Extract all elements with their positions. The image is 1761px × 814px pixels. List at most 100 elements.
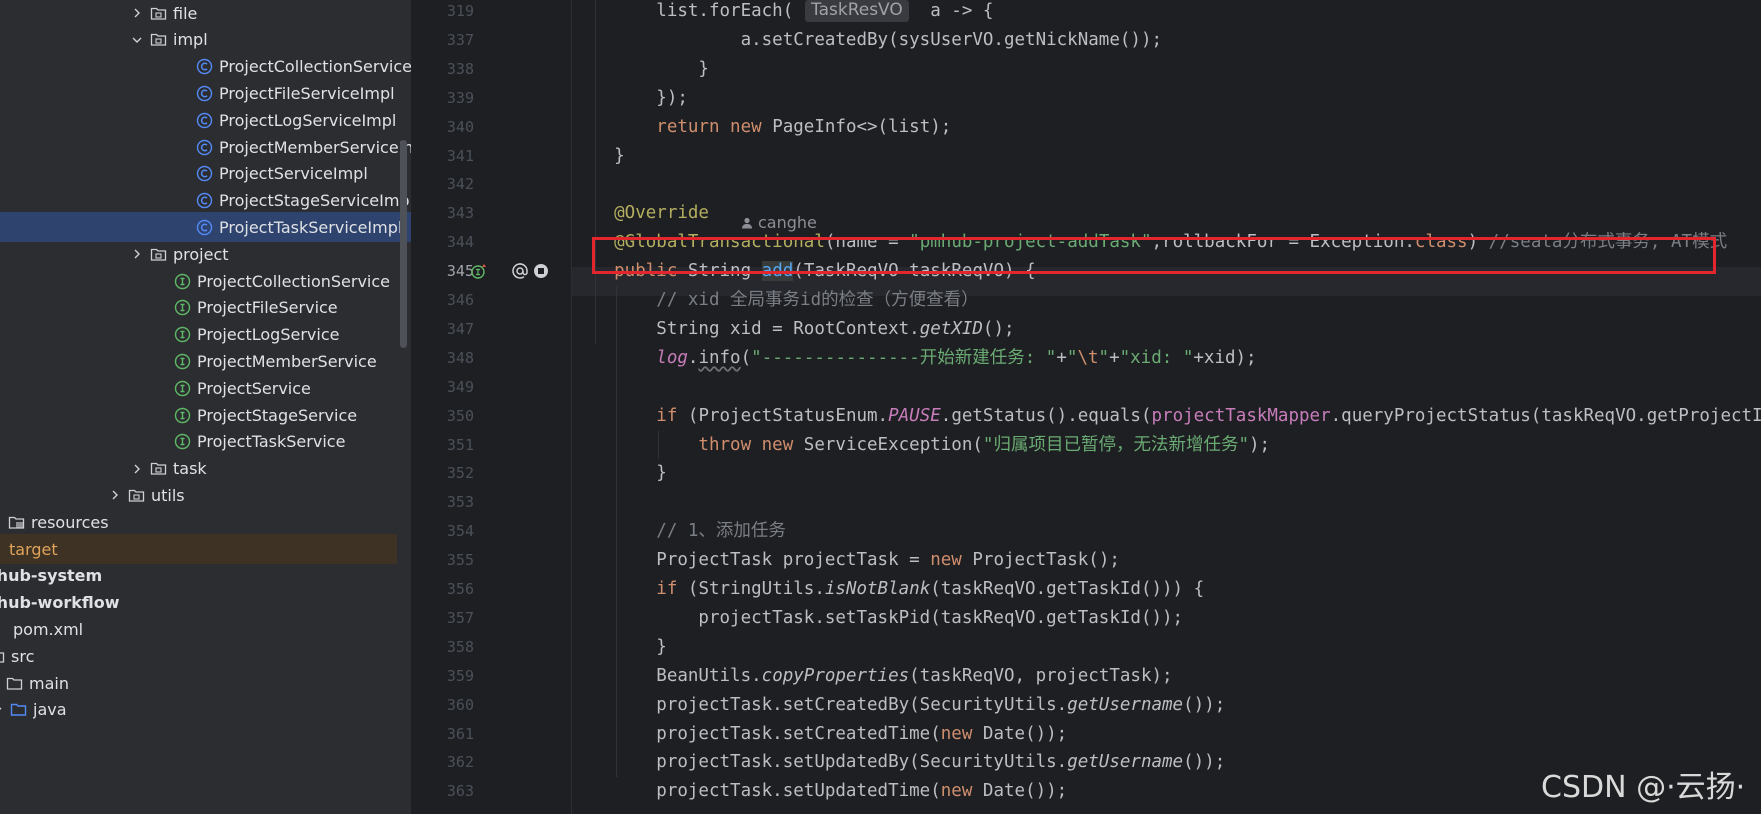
line-number[interactable]: 339 (411, 84, 474, 113)
line-number[interactable]: 345 (411, 257, 474, 286)
code-line[interactable]: }); (572, 84, 688, 113)
code-line[interactable]: projectTask.setCreatedTime(new Date()); (572, 720, 1067, 749)
line-number[interactable]: 337 (411, 26, 474, 55)
chevron-down-icon[interactable] (0, 703, 4, 717)
tree-item-projectmemberservice[interactable]: ProjectMemberService (0, 346, 411, 376)
tree-item-label: ProjectFileService (197, 298, 338, 318)
code-line[interactable]: if (ProjectStatusEnum.PAUSE.getStatus().… (572, 402, 1761, 431)
project-tree[interactable]: file impl ProjectCollectionServiceImpl Proj… (0, 0, 411, 814)
tree-item-projectfileservice[interactable]: ProjectFileService (0, 293, 411, 323)
line-number[interactable]: 359 (411, 662, 474, 691)
line-number[interactable]: 340 (411, 113, 474, 142)
tree-item-projecttaskserviceimpl[interactable]: ProjectTaskServiceImpl (0, 212, 411, 243)
tree-item-projectstageserviceimpl[interactable]: ProjectStageServiceImpl (0, 186, 411, 216)
line-number[interactable]: 319 (411, 0, 474, 26)
code-line[interactable]: ProjectTask projectTask = new ProjectTas… (572, 546, 1120, 575)
code-line[interactable]: log.info("---------------开始新建任务: "+"\t"+… (572, 344, 1256, 373)
tree-item-projectfileserviceimpl[interactable]: ProjectFileServiceImpl (0, 78, 411, 108)
tree-item-task[interactable]: task (0, 454, 411, 484)
tree-item-mhub-system[interactable]: mhub-system (0, 561, 391, 591)
line-number[interactable]: 362 (411, 748, 474, 777)
code-line[interactable]: projectTask.setUpdatedBy(SecurityUtils.g… (572, 748, 1225, 777)
line-number[interactable]: 343 (411, 199, 474, 228)
tree-item-projecttaskservice[interactable]: ProjectTaskService (0, 427, 411, 457)
line-number[interactable]: 348 (411, 344, 474, 373)
code-line[interactable]: throw new ServiceException("归属项目已暂停，无法新增… (572, 431, 1270, 460)
line-number[interactable]: 344 (411, 228, 474, 257)
tree-item-utils[interactable]: utils (0, 480, 411, 510)
code-line[interactable]: if (StringUtils.isNotBlank(taskReqVO.get… (572, 575, 1204, 604)
line-number[interactable]: 350 (411, 402, 474, 431)
code-line[interactable]: a.setCreatedBy(sysUserVO.getNickName()); (572, 26, 1162, 55)
author-inlay-hint[interactable]: canghe (741, 209, 817, 238)
line-number[interactable]: 347 (411, 315, 474, 344)
line-number[interactable]: 346 (411, 286, 474, 315)
tree-item-projectstageservice[interactable]: ProjectStageService (0, 400, 411, 430)
tree-scrollbar[interactable] (400, 140, 407, 348)
line-number[interactable]: 361 (411, 720, 474, 749)
code-line[interactable]: // 1、添加任务 (572, 517, 786, 546)
line-number[interactable]: 353 (411, 488, 474, 517)
line-number[interactable]: 354 (411, 517, 474, 546)
tree-item-src[interactable]: src (0, 641, 399, 671)
tree-item-projectcollectionserviceimpl[interactable]: ProjectCollectionServiceImpl (0, 52, 411, 82)
code-line[interactable]: list.forEach( a -> { (572, 0, 993, 26)
tree-item-main[interactable]: main (0, 668, 411, 698)
code-editor[interactable]: list.forEach( a -> { a.setCreatedBy(sysU… (572, 0, 1761, 814)
tree-item-resources[interactable]: resources (0, 507, 399, 537)
line-number[interactable]: 349 (411, 373, 474, 402)
line-number[interactable]: 352 (411, 459, 474, 488)
tree-item-impl[interactable]: impl (0, 25, 411, 55)
chevron-right-icon[interactable] (130, 247, 144, 261)
tree-item-java[interactable]: java (0, 695, 401, 725)
tree-item-projectserviceimpl[interactable]: ProjectServiceImpl (0, 159, 411, 189)
chevron-right-icon[interactable] (0, 515, 2, 529)
tree-item-project[interactable]: project (0, 239, 411, 269)
implemented-method-icon[interactable] (470, 262, 488, 280)
line-number[interactable]: 357 (411, 604, 474, 633)
line-number[interactable]: 355 (411, 546, 474, 575)
code-line[interactable]: return new PageInfo<>(list); (572, 113, 951, 142)
line-number[interactable]: 351 (411, 431, 474, 460)
line-number[interactable]: 356 (411, 575, 474, 604)
tree-item-projectservice[interactable]: ProjectService (0, 373, 411, 403)
at-sign-icon[interactable] (511, 262, 529, 280)
code-line[interactable]: } (572, 459, 667, 488)
code-line[interactable]: String xid = RootContext.getXID(); (572, 315, 1014, 344)
line-number[interactable]: 360 (411, 691, 474, 720)
code-token: " (1066, 347, 1078, 368)
chevron-right-icon[interactable] (108, 488, 122, 502)
chevron-right-icon[interactable] (130, 6, 144, 20)
code-line[interactable]: projectTask.setTaskPid(taskReqVO.getTask… (572, 604, 1183, 633)
tree-item-mhub-workflow[interactable]: mhub-workflow (0, 588, 391, 618)
class-icon (196, 139, 213, 156)
chevron-down-icon[interactable] (130, 33, 144, 47)
chevron-right-icon[interactable] (130, 462, 144, 476)
tree-item-projectmemberserviceimpl[interactable]: ProjectMemberServiceImpl (0, 132, 411, 162)
tree-item-pom-xml[interactable]: pom.xml (0, 614, 401, 644)
line-number[interactable]: 338 (411, 55, 474, 84)
line-number[interactable]: 342 (411, 170, 474, 199)
code-line[interactable]: } (572, 55, 709, 84)
code-line[interactable]: BeanUtils.copyProperties(taskReqVO, proj… (572, 662, 1172, 691)
tree-item-projectlogserviceimpl[interactable]: ProjectLogServiceImpl (0, 105, 411, 135)
code-token: isNotBlank (824, 579, 931, 599)
code-token: return new (572, 116, 773, 137)
tree-item-label: ProjectLogServiceImpl (219, 110, 397, 130)
tree-item-file[interactable]: file (0, 0, 411, 28)
line-number[interactable]: 341 (411, 142, 474, 171)
code-line[interactable]: @Override (572, 199, 709, 228)
line-number[interactable]: 363 (411, 777, 474, 806)
code-line[interactable]: projectTask.setCreatedBy(SecurityUtils.g… (572, 691, 1225, 720)
code-line[interactable]: // xid 全局事务id的检查（方便查看） (572, 286, 978, 315)
breakpoint-icon[interactable] (532, 262, 550, 280)
tree-item-label: ProjectStageServiceImpl (219, 191, 411, 211)
code-line[interactable]: projectTask.setUpdatedTime(new Date()); (572, 777, 1067, 806)
tree-item-target[interactable]: target (0, 534, 397, 564)
editor-gutter[interactable]: 319 337 338 339 340 341 342 343 344 345 346 347 348 3… (411, 0, 571, 814)
code-line[interactable]: } (572, 142, 625, 171)
code-line[interactable]: } (572, 633, 667, 662)
tree-item-projectcollectionservice[interactable]: ProjectCollectionService (0, 266, 411, 296)
tree-item-projectlogservice[interactable]: ProjectLogService (0, 320, 411, 350)
line-number[interactable]: 358 (411, 633, 474, 662)
